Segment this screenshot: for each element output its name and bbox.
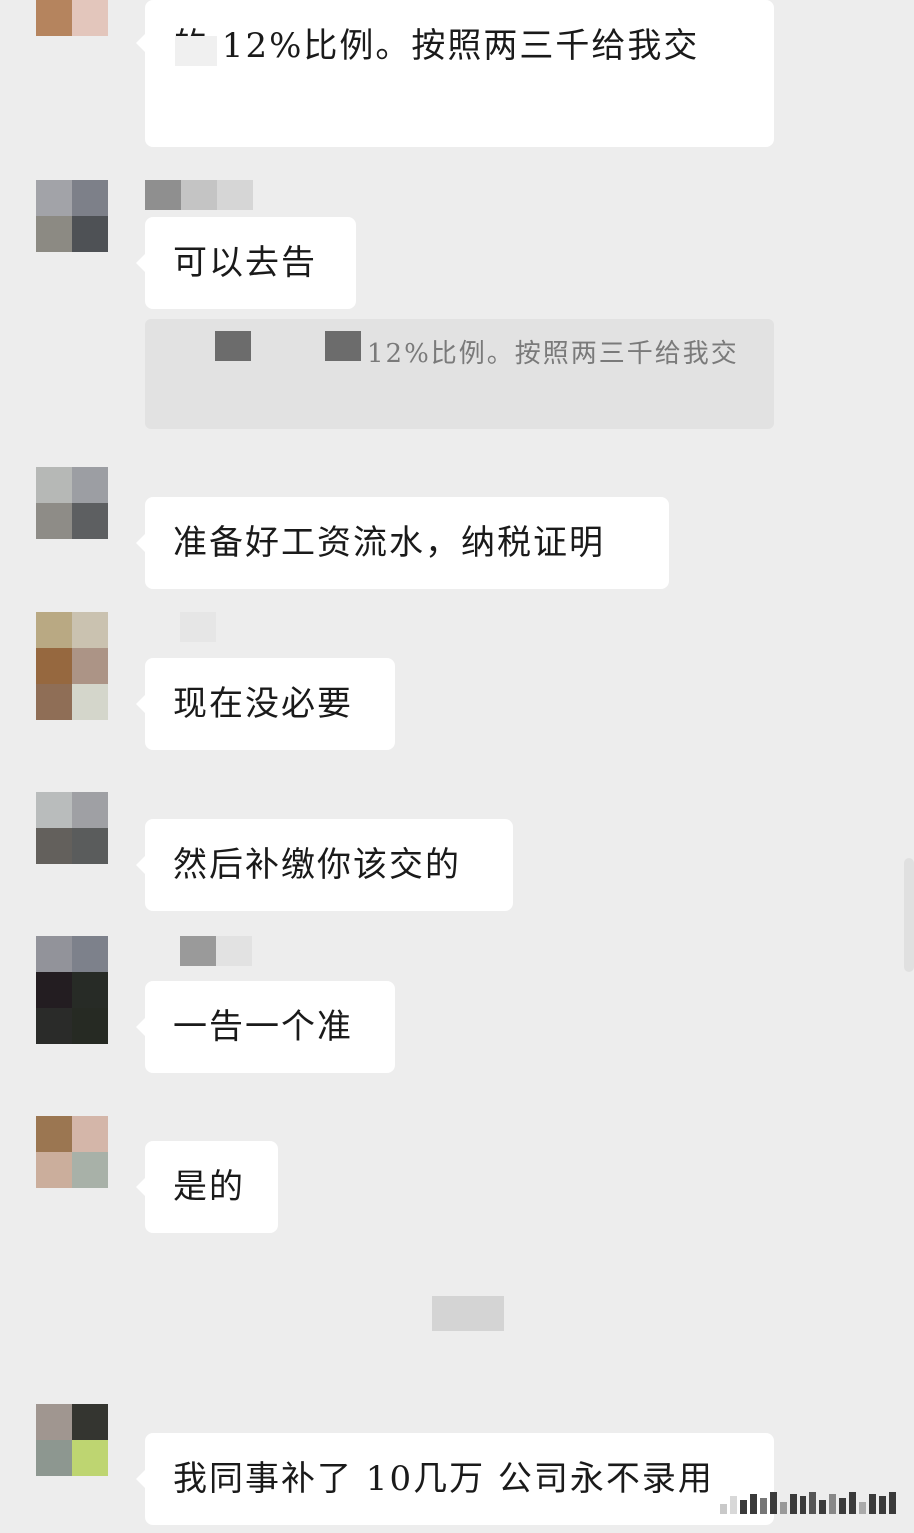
avatar[interactable] bbox=[36, 936, 108, 1044]
sender-name-redacted bbox=[145, 180, 253, 210]
redacted-mosaic bbox=[325, 331, 361, 361]
timestamp-redacted bbox=[432, 1296, 504, 1331]
message-bubble[interactable]: 可以去告 bbox=[136, 217, 356, 309]
message-text: 现在没必要 bbox=[173, 684, 353, 724]
avatar[interactable] bbox=[36, 792, 108, 864]
avatar[interactable] bbox=[36, 1404, 108, 1476]
message-text: 然后补缴你该交的 bbox=[173, 845, 461, 885]
message-bubble[interactable]: 然后补缴你该交的 bbox=[136, 819, 513, 911]
quoted-text: 12%比例。按照两三千给我交 bbox=[367, 339, 739, 369]
message-bubble[interactable]: 现在没必要 bbox=[136, 658, 395, 750]
avatar[interactable] bbox=[36, 612, 108, 720]
redacted-mosaic bbox=[175, 36, 217, 66]
redacted-mosaic bbox=[215, 331, 251, 361]
bubble-tail bbox=[136, 1470, 145, 1488]
quoted-message[interactable]: 12%比例。按照两三千给我交 bbox=[145, 319, 774, 429]
message-text: 的 12%比例。按照两三千给我交 bbox=[173, 26, 700, 66]
message-bubble[interactable]: 一告一个准 bbox=[136, 981, 395, 1073]
avatar[interactable] bbox=[36, 0, 108, 36]
message-text: 可以去告 bbox=[173, 243, 317, 283]
message-bubble[interactable]: 我同事补了 10几万 公司永不录用 bbox=[136, 1433, 774, 1525]
watermark-mark bbox=[720, 1488, 896, 1514]
scrollbar[interactable] bbox=[904, 858, 914, 972]
message-bubble[interactable]: 准备好工资流水，纳税证明 bbox=[136, 497, 669, 589]
sender-name-redacted bbox=[180, 936, 252, 966]
message-text: 一告一个准 bbox=[173, 1007, 353, 1047]
message-text: 我同事补了 10几万 公司永不录用 bbox=[173, 1459, 714, 1499]
avatar[interactable] bbox=[36, 1116, 108, 1188]
bubble-tail bbox=[136, 1018, 145, 1036]
bubble-tail bbox=[136, 695, 145, 713]
message-text: 准备好工资流水，纳税证明 bbox=[173, 523, 605, 563]
bubble-tail bbox=[136, 34, 145, 52]
message-bubble[interactable]: 的 12%比例。按照两三千给我交 bbox=[136, 0, 774, 147]
message-text: 是的 bbox=[173, 1167, 245, 1207]
bubble-tail bbox=[136, 254, 145, 272]
avatar[interactable] bbox=[36, 180, 108, 252]
avatar[interactable] bbox=[36, 467, 108, 539]
message-bubble[interactable]: 是的 bbox=[136, 1141, 278, 1233]
bubble-tail bbox=[136, 534, 145, 552]
bubble-tail bbox=[136, 1178, 145, 1196]
sender-name-redacted bbox=[180, 612, 216, 642]
bubble-tail bbox=[136, 856, 145, 874]
